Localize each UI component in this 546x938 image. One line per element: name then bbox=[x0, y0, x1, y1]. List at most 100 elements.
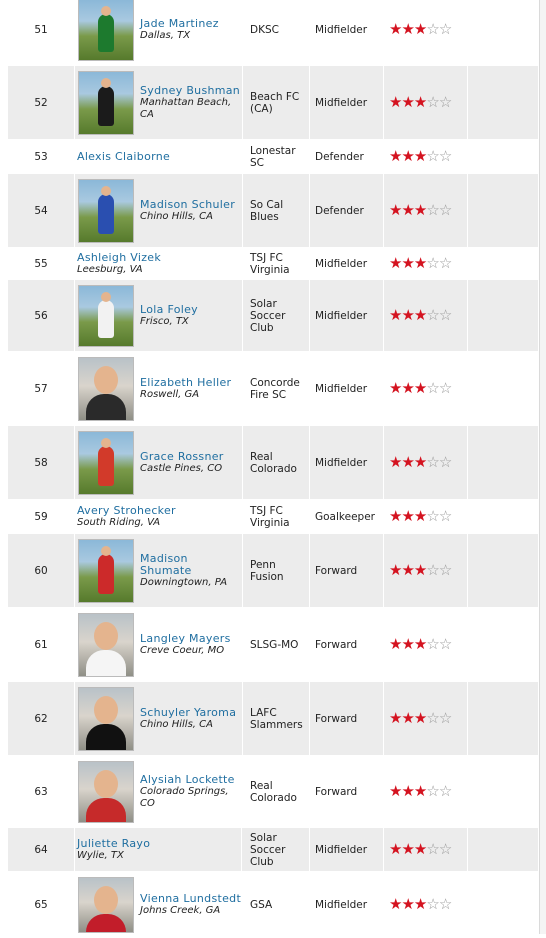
rank-number: 53 bbox=[34, 150, 48, 163]
star-rating: ★★★☆☆ bbox=[384, 872, 468, 937]
star-rating-stars: ★★★☆☆ bbox=[389, 507, 452, 525]
player-hometown: Johns Creek, GA bbox=[140, 904, 221, 916]
extra-cell bbox=[468, 66, 538, 139]
player-photo[interactable] bbox=[78, 760, 134, 823]
rank-number: 61 bbox=[34, 638, 48, 651]
rank-cell: 61 bbox=[8, 608, 75, 681]
extra-cell bbox=[468, 828, 538, 871]
star-rating-stars: ★★★☆☆ bbox=[389, 201, 452, 219]
star-filled-icon: ★ bbox=[401, 561, 414, 579]
player-photo[interactable] bbox=[78, 356, 134, 421]
player-name-link[interactable]: Alysiah Lockette bbox=[140, 773, 242, 786]
star-filled-icon: ★ bbox=[413, 840, 427, 858]
position-cell: Midfielder bbox=[310, 872, 384, 937]
star-empty-icon: ☆ bbox=[426, 895, 439, 913]
star-empty-icon: ☆ bbox=[426, 306, 439, 324]
player-head bbox=[94, 695, 118, 724]
star-filled-icon: ★ bbox=[413, 93, 427, 111]
player-photo[interactable] bbox=[78, 70, 134, 135]
position-cell: Midfielder bbox=[310, 280, 384, 351]
star-empty-icon: ☆ bbox=[426, 254, 439, 272]
player-figure bbox=[86, 913, 126, 932]
player-cell: Langley Mayers Creve Coeur, MO bbox=[74, 608, 243, 681]
player-info: Madison Shumate Downingtown, PA bbox=[140, 552, 242, 589]
player-cell: Sydney Bushman Manhattan Beach, CA bbox=[74, 66, 243, 139]
star-empty-icon: ☆ bbox=[438, 147, 452, 165]
player-figure bbox=[86, 393, 126, 420]
star-filled-icon: ★ bbox=[413, 306, 427, 324]
star-filled-icon: ★ bbox=[389, 20, 402, 38]
position-cell: Forward bbox=[310, 608, 384, 681]
extra-cell bbox=[468, 248, 538, 279]
position-cell: Forward bbox=[310, 682, 384, 755]
star-empty-icon: ☆ bbox=[438, 453, 452, 471]
player-photo[interactable] bbox=[78, 686, 134, 751]
player-name-link[interactable]: Grace Rossner bbox=[140, 450, 224, 463]
extra-cell bbox=[468, 352, 538, 425]
rank-cell: 57 bbox=[8, 352, 75, 425]
star-filled-icon: ★ bbox=[413, 20, 427, 38]
player-info: Langley Mayers Creve Coeur, MO bbox=[140, 632, 231, 657]
star-rating-stars: ★★★☆☆ bbox=[389, 637, 452, 652]
player-info: Juliette Rayo Wylie, TX bbox=[77, 837, 150, 862]
star-rating-stars: ★★★☆☆ bbox=[389, 453, 452, 471]
player-photo[interactable] bbox=[78, 876, 134, 933]
player-name-link[interactable]: Jade Martinez bbox=[140, 17, 219, 30]
star-filled-icon: ★ bbox=[413, 895, 427, 913]
rank-number: 65 bbox=[34, 898, 48, 911]
table-row: 63 Alysiah Lockette Colorado Springs, CO Re… bbox=[8, 756, 538, 828]
player-name-link[interactable]: Schuyler Yaroma bbox=[140, 706, 236, 719]
player-name-link[interactable]: Vienna Lundstedt bbox=[140, 892, 241, 905]
star-filled-icon: ★ bbox=[389, 306, 402, 324]
star-rating: ★★★☆☆ bbox=[384, 174, 468, 247]
player-photo[interactable] bbox=[78, 538, 134, 603]
player-name-link[interactable]: Lola Foley bbox=[140, 303, 198, 316]
rank-cell: 60 bbox=[8, 534, 75, 607]
rank-cell: 62 bbox=[8, 682, 75, 755]
table-row: 58 Grace Rossner Castle Pines, CO Real Colo… bbox=[8, 426, 538, 500]
player-photo[interactable] bbox=[78, 0, 134, 61]
star-rating-stars: ★★★☆☆ bbox=[389, 20, 452, 38]
star-empty-icon: ☆ bbox=[426, 20, 439, 38]
star-filled-icon: ★ bbox=[401, 20, 414, 38]
player-position: Forward bbox=[315, 638, 358, 651]
star-rating-stars: ★★★☆☆ bbox=[389, 711, 452, 726]
player-photo[interactable] bbox=[78, 612, 134, 677]
player-name-link[interactable]: Avery Strohecker bbox=[77, 504, 176, 517]
player-head bbox=[94, 621, 118, 650]
position-cell: Goalkeeper bbox=[310, 500, 384, 533]
rank-number: 62 bbox=[34, 712, 48, 725]
player-name-link[interactable]: Madison Shumate bbox=[140, 552, 242, 577]
star-filled-icon: ★ bbox=[413, 507, 427, 525]
player-position: Midfielder bbox=[315, 96, 368, 109]
star-rating: ★★★☆☆ bbox=[384, 0, 468, 65]
club-cell: Real Colorado bbox=[242, 426, 310, 499]
rank-cell: 58 bbox=[8, 426, 75, 499]
star-rating-stars: ★★★☆☆ bbox=[389, 561, 452, 579]
star-filled-icon: ★ bbox=[413, 201, 427, 219]
player-photo[interactable] bbox=[78, 178, 134, 243]
player-name-link[interactable]: Alexis Claiborne bbox=[77, 150, 170, 163]
player-name-link[interactable]: Sydney Bushman bbox=[140, 84, 242, 97]
player-photo[interactable] bbox=[78, 430, 134, 495]
player-info: Jade Martinez Dallas, TX bbox=[140, 17, 219, 42]
player-name-link[interactable]: Juliette Rayo bbox=[77, 837, 150, 850]
scrollbar[interactable] bbox=[539, 0, 546, 934]
rank-number: 52 bbox=[34, 96, 48, 109]
player-info: Grace Rossner Castle Pines, CO bbox=[140, 450, 224, 475]
position-cell: Midfielder bbox=[310, 352, 384, 425]
player-name-link[interactable]: Elizabeth Heller bbox=[140, 376, 231, 389]
player-name-link[interactable]: Langley Mayers bbox=[140, 632, 231, 645]
player-name-link[interactable]: Madison Schuler bbox=[140, 198, 235, 211]
player-position: Forward bbox=[315, 785, 358, 798]
player-name-link[interactable]: Ashleigh Vizek bbox=[77, 251, 161, 264]
player-cell: Madison Shumate Downingtown, PA bbox=[74, 534, 243, 607]
rank-cell: 63 bbox=[8, 756, 75, 827]
player-photo[interactable] bbox=[78, 284, 134, 347]
player-position: Forward bbox=[315, 564, 358, 577]
extra-cell bbox=[468, 534, 538, 607]
player-head bbox=[101, 185, 111, 196]
player-position: Midfielder bbox=[315, 898, 368, 911]
player-figure bbox=[98, 85, 114, 126]
star-rating: ★★★☆☆ bbox=[384, 756, 468, 827]
